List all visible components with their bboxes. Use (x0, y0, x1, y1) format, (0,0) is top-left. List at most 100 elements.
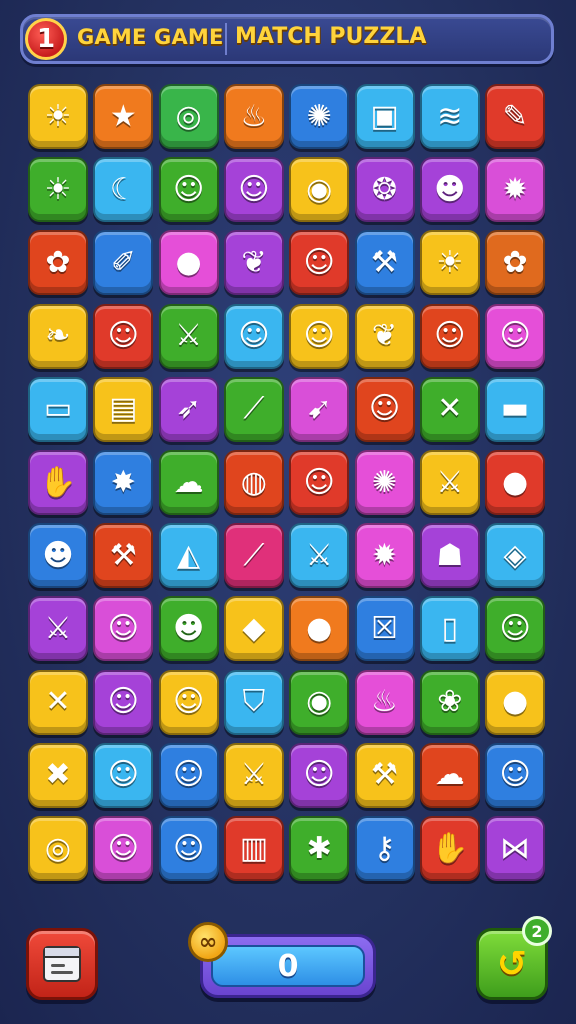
crossed-swords-icon: ✕ (45, 684, 71, 720)
game-tile[interactable]: ● (158, 230, 219, 296)
game-tile[interactable]: ⟋ (223, 523, 284, 589)
game-tile[interactable]: ▭ (28, 376, 88, 442)
game-tile[interactable]: ☺ (158, 157, 219, 223)
game-tile[interactable]: ● (289, 596, 350, 662)
game-tile[interactable]: ✐ (93, 230, 154, 296)
game-tile[interactable]: ☺ (93, 303, 154, 369)
game-tile[interactable]: ☁ (419, 742, 480, 808)
ghost-icon: ☗ (436, 537, 464, 573)
game-tile[interactable]: ⚔ (223, 742, 284, 808)
game-tile[interactable]: ☺ (419, 303, 480, 369)
game-tile[interactable]: ☺ (223, 303, 284, 369)
game-tile[interactable]: ➹ (289, 376, 350, 442)
game-tile[interactable]: ✱ (289, 816, 350, 881)
game-tile[interactable]: ✿ (28, 230, 88, 296)
game-tile[interactable]: ☺ (485, 303, 546, 369)
game-tile[interactable]: ☀ (419, 230, 480, 296)
game-tile[interactable]: ♨ (223, 84, 284, 149)
game-tile[interactable]: ☀ (28, 84, 88, 149)
game-tile[interactable]: ◉ (289, 157, 350, 223)
game-tile[interactable]: ❦ (354, 303, 415, 369)
game-tile[interactable]: ❀ (419, 669, 480, 735)
game-tile[interactable]: ✖ (28, 742, 88, 808)
game-tile[interactable]: ☗ (419, 523, 480, 589)
game-tile[interactable]: ✕ (419, 376, 480, 442)
game-tile[interactable]: ☺ (289, 742, 350, 808)
game-tile[interactable]: ▤ (93, 376, 154, 442)
game-tile[interactable]: ◎ (158, 84, 219, 149)
game-tile[interactable]: ☾ (93, 157, 154, 223)
blob-face-icon: ☻ (42, 537, 74, 573)
game-tile[interactable]: ◆ (223, 596, 284, 662)
game-tile[interactable]: ◎ (28, 816, 88, 881)
game-tile[interactable]: ☺ (289, 303, 350, 369)
game-tile[interactable]: ◉ (289, 669, 350, 735)
game-tile[interactable]: ▣ (354, 84, 415, 149)
game-tile[interactable]: ✋ (419, 816, 480, 881)
game-tile[interactable]: ▬ (485, 376, 546, 442)
game-tile[interactable]: ✸ (93, 450, 154, 515)
game-tile[interactable]: ☺ (93, 816, 154, 881)
crossed-swords-icon: ⚔ (240, 757, 268, 793)
game-tile[interactable]: ❦ (223, 230, 284, 296)
crossed-swords-icon: ⚔ (436, 464, 464, 500)
game-tile[interactable]: ⟋ (223, 376, 284, 442)
swirl-icon: ◎ (44, 830, 72, 866)
person-icon: ☺ (434, 318, 466, 354)
game-tile[interactable]: ☺ (223, 157, 284, 223)
game-tile[interactable]: ☺ (485, 596, 546, 662)
game-tile[interactable]: ☀ (28, 157, 88, 223)
game-tile[interactable]: ☺ (158, 742, 219, 808)
flame-icon: ♨ (240, 98, 268, 134)
game-tile[interactable]: ▥ (223, 816, 284, 881)
game-tile[interactable]: ★ (93, 84, 154, 149)
game-tile[interactable]: ◭ (158, 523, 219, 589)
game-tile[interactable]: ☺ (485, 742, 546, 808)
game-tile[interactable]: ❂ (354, 157, 415, 223)
menu-button[interactable] (26, 928, 98, 1000)
game-tile[interactable]: ♨ (354, 669, 415, 735)
score-value: 0 (211, 945, 365, 987)
game-tile[interactable]: ☺ (354, 376, 415, 442)
sun-icon: ☀ (44, 171, 72, 207)
game-tile[interactable]: ✹ (354, 523, 415, 589)
game-tile[interactable]: ✺ (354, 450, 415, 515)
game-tile[interactable]: ➶ (158, 376, 219, 442)
game-tile[interactable]: ⚷ (354, 816, 415, 881)
game-tile[interactable]: ≋ (419, 84, 480, 149)
game-tile[interactable]: ✺ (289, 84, 350, 149)
game-tile[interactable]: ⚔ (158, 303, 219, 369)
game-tile[interactable]: ⛉ (223, 669, 284, 735)
game-tile[interactable]: ⋈ (485, 816, 546, 881)
game-tile[interactable]: ▯ (419, 596, 480, 662)
game-tile[interactable]: ● (485, 669, 546, 735)
game-tile[interactable]: ⚒ (354, 230, 415, 296)
game-tile[interactable]: ☺ (289, 450, 350, 515)
game-tile[interactable]: ✕ (28, 669, 88, 735)
game-tile[interactable]: ● (485, 450, 546, 515)
game-tile[interactable]: ☺ (93, 596, 154, 662)
game-tile[interactable]: ☁ (158, 450, 219, 515)
game-tile[interactable]: ☺ (93, 669, 154, 735)
game-tile[interactable]: ☺ (289, 230, 350, 296)
game-tile[interactable]: ⚔ (419, 450, 480, 515)
game-tile[interactable]: ✹ (485, 157, 546, 223)
game-tile[interactable]: ✎ (485, 84, 546, 149)
game-tile[interactable]: ⚔ (28, 596, 88, 662)
game-tile[interactable]: ☒ (354, 596, 415, 662)
game-tile[interactable]: ⚒ (93, 523, 154, 589)
game-tile[interactable]: ✿ (485, 230, 546, 296)
game-tile[interactable]: ⚔ (289, 523, 350, 589)
game-tile[interactable]: ❧ (28, 303, 88, 369)
game-tile[interactable]: ☺ (158, 816, 219, 881)
game-tile[interactable]: ☻ (419, 157, 480, 223)
game-tile[interactable]: ☻ (28, 523, 88, 589)
game-tile[interactable]: ✋ (28, 450, 88, 515)
game-tile[interactable]: ☻ (158, 596, 219, 662)
game-tile[interactable]: ☺ (93, 742, 154, 808)
game-tile[interactable]: ◍ (223, 450, 284, 515)
game-tile[interactable]: ⚒ (354, 742, 415, 808)
game-tile[interactable]: ◈ (485, 523, 546, 589)
crossed-swords-icon: ✕ (437, 391, 463, 427)
game-tile[interactable]: ☺ (158, 669, 219, 735)
